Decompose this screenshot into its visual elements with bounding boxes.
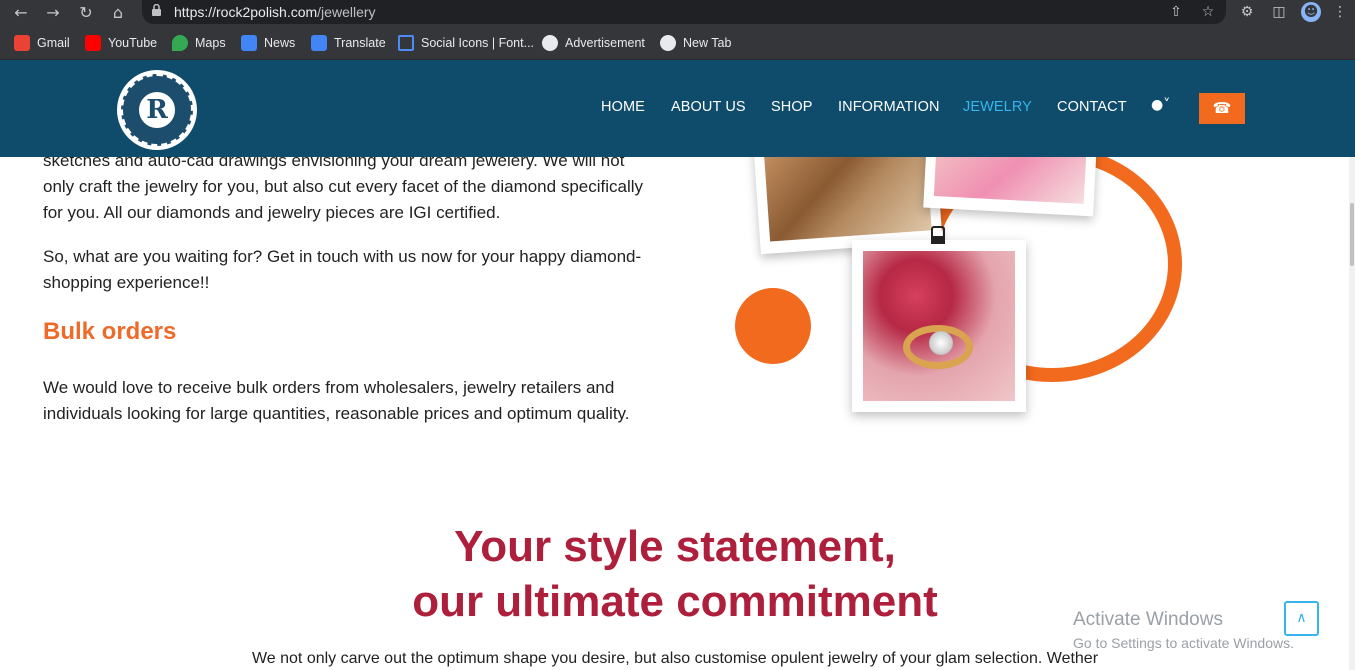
whatsapp-button[interactable]: ☎ (1199, 93, 1245, 124)
menu-dots-icon[interactable]: ⋮ (1330, 2, 1350, 22)
bookmark-label: News (264, 36, 296, 50)
url-text: https://rock2polish.com/jewellery (174, 3, 376, 21)
diamond-shape (929, 331, 953, 355)
nav-about-us[interactable]: ABOUT US (671, 99, 746, 115)
bookmark-label: Translate (334, 36, 386, 50)
bookmark-advertisement[interactable]: Advertisement (542, 34, 645, 52)
photo-diamond-ring (852, 240, 1026, 412)
intro-paragraph: sketches and auto-cad drawings envisioni… (43, 148, 668, 226)
activate-windows-title: Activate Windows (1073, 609, 1223, 630)
nav-jewelry[interactable]: JEWELRY (963, 99, 1032, 115)
reload-icon[interactable]: ↻ (75, 2, 97, 24)
translate-icon (311, 35, 327, 51)
nav-information[interactable]: INFORMATION (838, 99, 940, 115)
extensions-icon[interactable]: ⚙ (1237, 2, 1257, 22)
nav-shop[interactable]: SHOP (771, 99, 813, 115)
para-line: individuals looking for large quantities… (43, 404, 630, 423)
bookmark-youtube[interactable]: YouTube (85, 34, 157, 52)
bookmark-news[interactable]: News (241, 34, 295, 52)
para-line: We would love to receive bulk orders fro… (43, 378, 615, 397)
star-icon[interactable]: ☆ (1198, 2, 1218, 22)
logo-letter: R (137, 90, 177, 130)
scrollbar-thumb[interactable] (1350, 203, 1354, 266)
url-path: /jewellery (317, 4, 376, 20)
profile-avatar-icon[interactable]: ☻ (1301, 2, 1321, 22)
bookmark-label: Social Icons | Font... (421, 36, 535, 50)
bookmark-translate[interactable]: Translate (311, 34, 386, 52)
statement-paragraph: We not only carve out the optimum shape … (251, 650, 1099, 667)
nav-contact[interactable]: CONTACT (1057, 99, 1127, 115)
bookmark-label: Gmail (37, 36, 70, 50)
globe-icon (660, 35, 676, 51)
activate-windows-subtitle: Go to Settings to activate Windows. (1073, 635, 1294, 651)
bulk-orders-heading: Bulk orders (43, 318, 177, 345)
bookmark-gmail[interactable]: Gmail (14, 34, 70, 52)
bulk-orders-paragraph: We would love to receive bulk orders fro… (43, 375, 668, 427)
url-domain: https://rock2polish.com (174, 4, 318, 20)
statement-title-line1: Your style statement, (454, 522, 896, 571)
para-line: for you. All our diamonds and jewelry pi… (43, 203, 501, 222)
site-logo[interactable]: R (117, 70, 197, 150)
bookmark-label: Advertisement (565, 36, 645, 50)
forward-arrow-icon[interactable]: → (42, 2, 64, 24)
para-line: only craft the jewelry for you, but also… (43, 177, 644, 196)
bookmark-social-icons[interactable]: Social Icons | Font... (398, 34, 534, 52)
bookmark-maps[interactable]: Maps (172, 34, 226, 52)
bookmark-label: YouTube (108, 36, 158, 50)
para-line: So, what are you waiting for? Get in tou… (43, 247, 642, 266)
browser-toolbar: ← → ↻ ⌂ https://rock2polish.com/jeweller… (0, 0, 1355, 26)
bookmark-new-tab[interactable]: New Tab (660, 34, 731, 52)
sidepanel-icon[interactable]: ◫ (1269, 2, 1289, 22)
flag-icon (398, 35, 414, 51)
user-dropdown-icon[interactable]: ●˅ (1151, 97, 1170, 113)
maps-icon (172, 35, 188, 51)
site-header: R HOME ABOUT US SHOP INFORMATION JEWELRY… (0, 60, 1355, 157)
bookmarks-bar: Gmail YouTube Maps News Translate Social… (0, 26, 1355, 60)
cta-paragraph: So, what are you waiting for? Get in tou… (43, 244, 668, 296)
bookmark-label: Maps (195, 36, 226, 50)
gmail-icon (14, 35, 30, 51)
back-arrow-icon[interactable]: ← (10, 2, 32, 24)
globe-icon (542, 35, 558, 51)
news-icon (241, 35, 257, 51)
home-icon[interactable]: ⌂ (107, 2, 129, 24)
bookmark-label: New Tab (683, 36, 732, 50)
nav-home[interactable]: HOME (601, 99, 645, 115)
youtube-icon (85, 35, 101, 51)
whatsapp-icon: ☎ (1212, 99, 1232, 117)
decorative-circle (735, 288, 811, 364)
share-icon[interactable]: ⇧ (1166, 2, 1186, 22)
scroll-to-top-button[interactable]: ∧ (1284, 601, 1319, 636)
para-line: shopping experience!! (43, 273, 210, 292)
lock-icon (152, 4, 161, 16)
chevron-up-icon: ∧ (1296, 610, 1307, 626)
binder-clip-icon (931, 226, 945, 244)
photo-image (863, 251, 1015, 401)
